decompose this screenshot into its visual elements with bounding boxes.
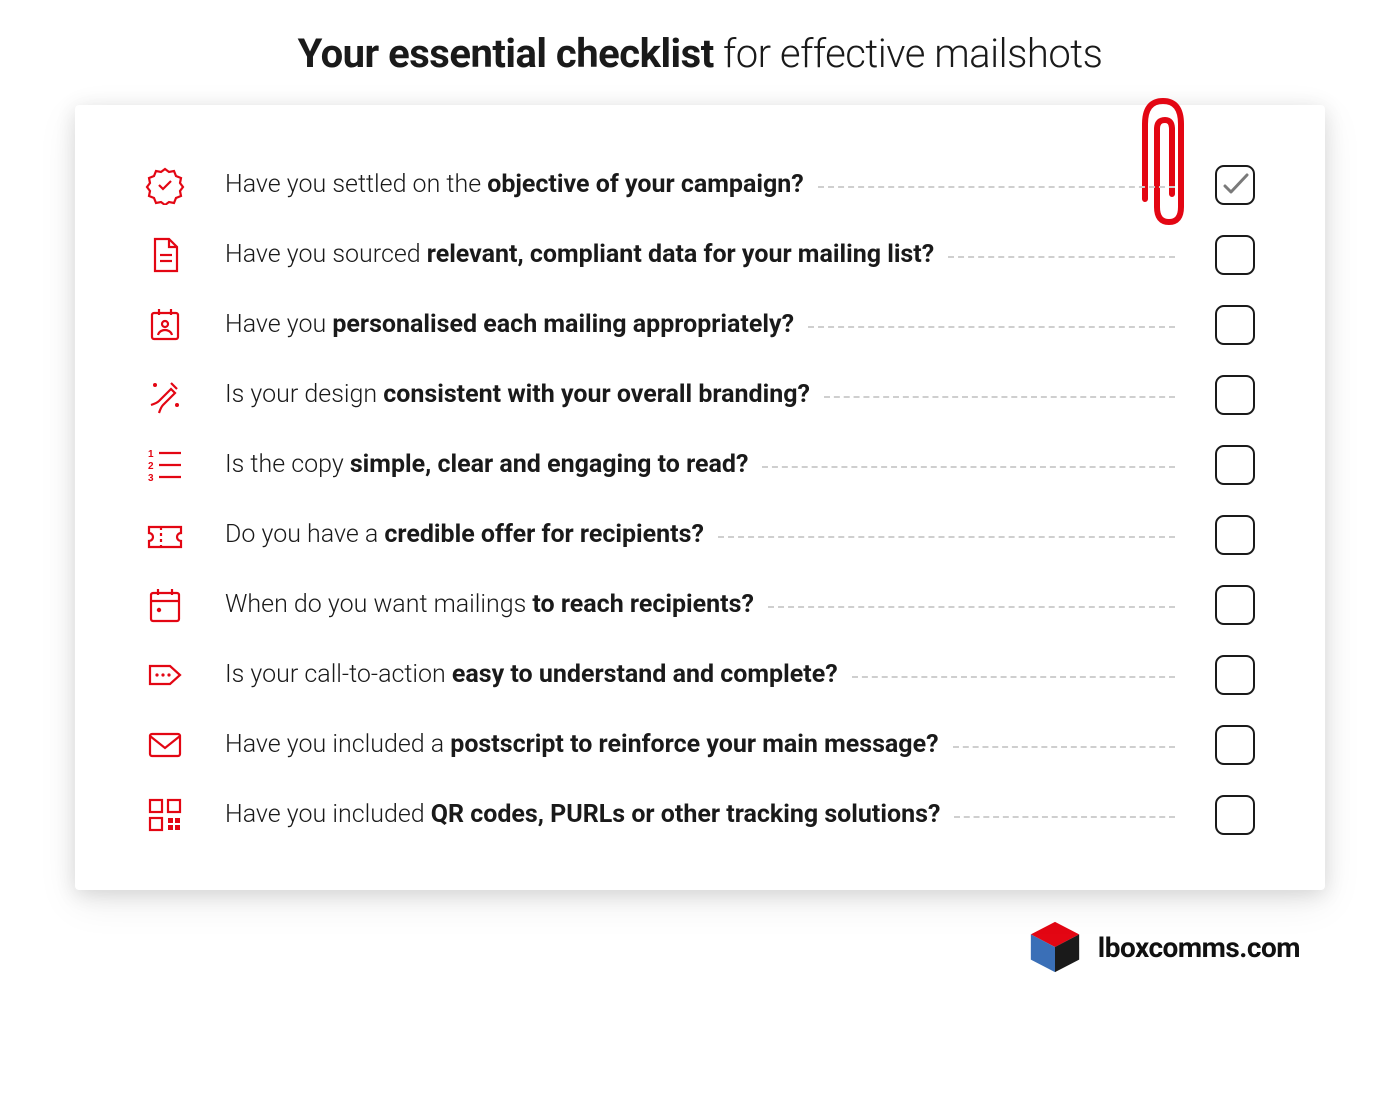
checkbox[interactable]	[1215, 725, 1255, 765]
checklist-row: Have you included a postscript to reinfo…	[145, 725, 1255, 765]
leader-dots	[824, 396, 1175, 398]
checklist-card: Have you settled on the objective of you…	[75, 105, 1325, 890]
document-icon	[145, 235, 185, 275]
checklist-text: Have you personalised each mailing appro…	[225, 309, 1175, 340]
svg-text:2: 2	[148, 461, 154, 472]
leader-dots	[818, 186, 1175, 188]
leader-dots	[852, 676, 1175, 678]
leader-dots	[808, 326, 1175, 328]
svg-text:1: 1	[148, 449, 154, 460]
leader-dots	[954, 816, 1175, 818]
checklist-label: Have you sourced relevant, compliant dat…	[225, 239, 934, 270]
leader-dots	[768, 606, 1175, 608]
leader-dots	[762, 466, 1175, 468]
checklist-row: Have you personalised each mailing appro…	[145, 305, 1255, 345]
envelope-icon	[145, 725, 185, 765]
numbered-list-icon: 123	[145, 445, 185, 485]
checklist-label: Is your design consistent with your over…	[225, 379, 810, 410]
checklist-label: Have you included QR codes, PURLs or oth…	[225, 799, 940, 830]
checklist-text: When do you want mailings to reach recip…	[225, 589, 1175, 620]
checklist-row: Have you included QR codes, PURLs or oth…	[145, 795, 1255, 835]
page-title: Your essential checklist for effective m…	[50, 30, 1350, 77]
checklist-row: Have you settled on the objective of you…	[145, 165, 1255, 205]
design-pen-icon	[145, 375, 185, 415]
checklist-row: Do you have a credible offer for recipie…	[145, 515, 1255, 555]
checklist-label: Is your call-to-action easy to understan…	[225, 659, 838, 690]
checklist-text: Have you sourced relevant, compliant dat…	[225, 239, 1175, 270]
badge-check-icon	[145, 165, 185, 205]
checklist-label: Have you included a postscript to reinfo…	[225, 729, 939, 760]
leader-dots	[953, 746, 1175, 748]
svg-text:3: 3	[148, 473, 154, 484]
checklist-text: Is the copy simple, clear and engaging t…	[225, 449, 1175, 480]
checkbox[interactable]	[1215, 235, 1255, 275]
checkbox[interactable]	[1215, 305, 1255, 345]
qr-code-icon	[145, 795, 185, 835]
checklist-label: Have you settled on the objective of you…	[225, 169, 804, 200]
checkbox[interactable]	[1215, 375, 1255, 415]
brand-name: lboxcomms.com	[1098, 931, 1300, 964]
checklist-row: Is your call-to-action easy to understan…	[145, 655, 1255, 695]
checklist-label: Have you personalised each mailing appro…	[225, 309, 794, 340]
checkbox[interactable]	[1215, 165, 1255, 205]
calendar-icon	[145, 585, 185, 625]
checklist-label: Do you have a credible offer for recipie…	[225, 519, 704, 550]
checkbox[interactable]	[1215, 515, 1255, 555]
leader-dots	[948, 256, 1175, 258]
checkbox[interactable]	[1215, 655, 1255, 695]
checklist-text: Have you included a postscript to reinfo…	[225, 729, 1175, 760]
tag-arrow-icon	[145, 655, 185, 695]
brand-footer: lboxcomms.com	[50, 890, 1350, 976]
checkbox[interactable]	[1215, 795, 1255, 835]
checklist-text: Do you have a credible offer for recipie…	[225, 519, 1175, 550]
checklist-text: Is your design consistent with your over…	[225, 379, 1175, 410]
checklist-row: When do you want mailings to reach recip…	[145, 585, 1255, 625]
checklist-text: Have you included QR codes, PURLs or oth…	[225, 799, 1175, 830]
checkbox[interactable]	[1215, 585, 1255, 625]
checkbox[interactable]	[1215, 445, 1255, 485]
checklist-row: 123 Is the copy simple, clear and engagin…	[145, 445, 1255, 485]
checklist-label: Is the copy simple, clear and engaging t…	[225, 449, 748, 480]
leader-dots	[718, 536, 1175, 538]
checklist-label: When do you want mailings to reach recip…	[225, 589, 754, 620]
checklist-text: Is your call-to-action easy to understan…	[225, 659, 1175, 690]
logo-cube-icon	[1026, 918, 1084, 976]
checklist-row: Is your design consistent with your over…	[145, 375, 1255, 415]
ticket-icon	[145, 515, 185, 555]
checklist-row: Have you sourced relevant, compliant dat…	[145, 235, 1255, 275]
checklist-text: Have you settled on the objective of you…	[225, 169, 1175, 200]
contact-card-icon	[145, 305, 185, 345]
